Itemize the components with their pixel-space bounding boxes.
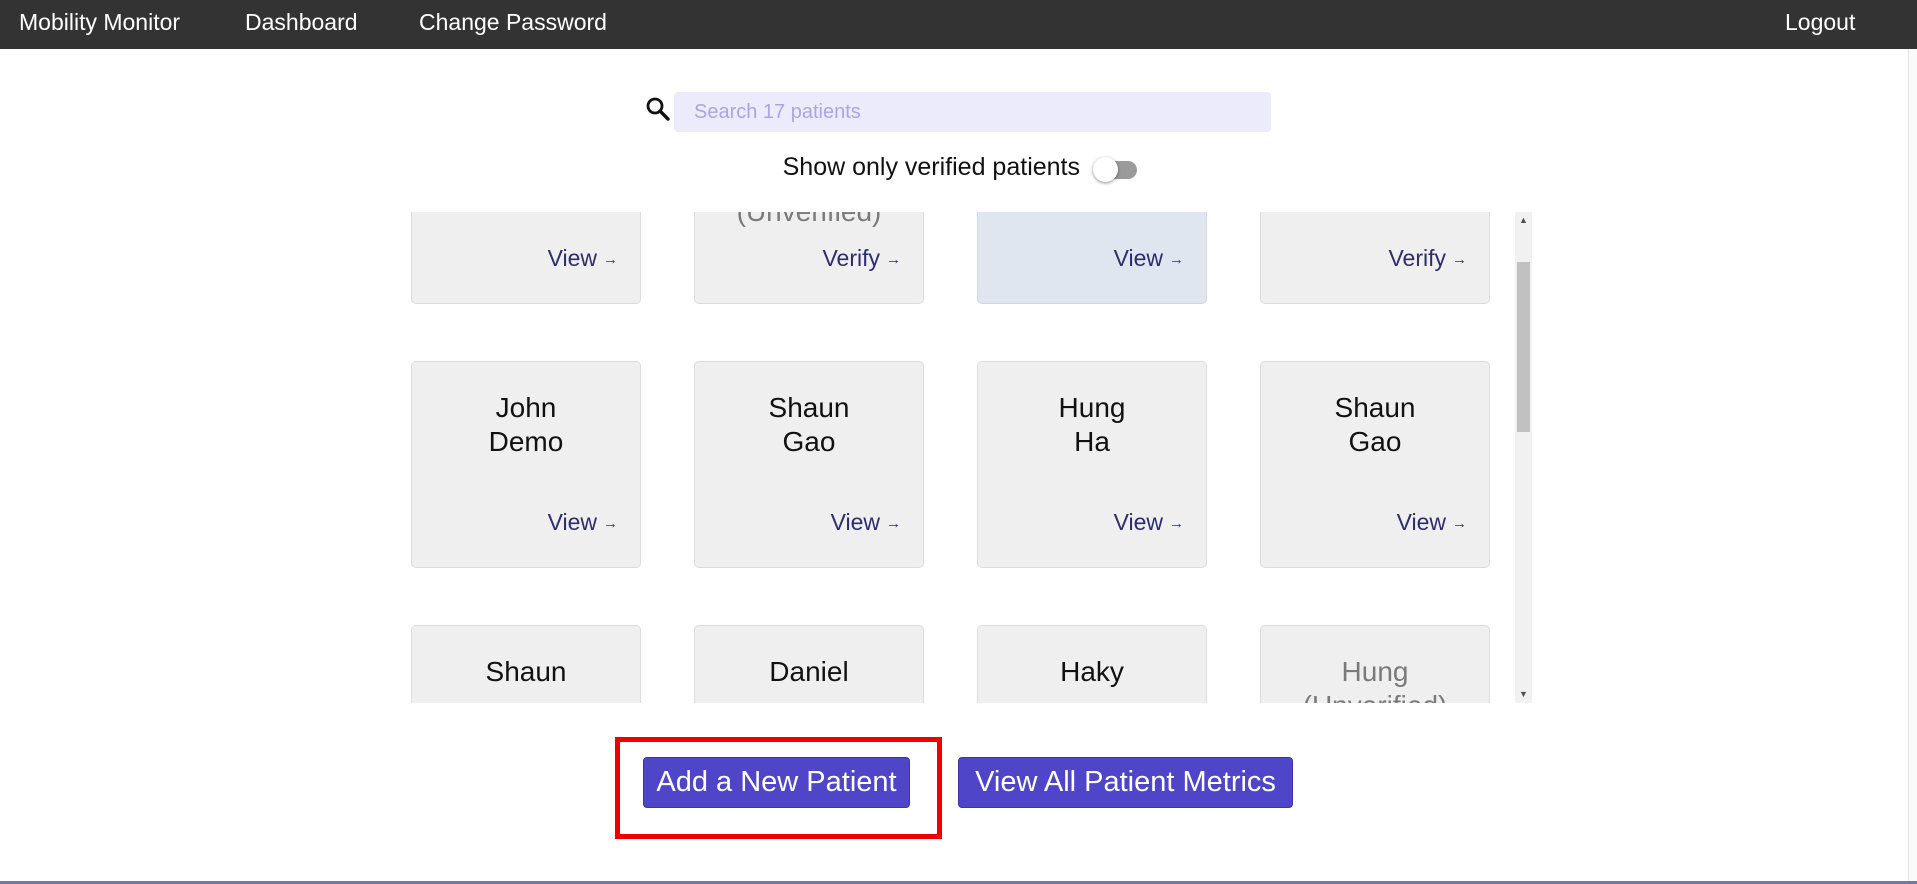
patient-card[interactable]: JohnDemo View → xyxy=(411,361,641,568)
action-label: Verify xyxy=(822,245,880,271)
patient-name-line: John xyxy=(495,392,557,423)
action-label: View xyxy=(547,245,597,271)
action-label: View xyxy=(547,509,597,535)
unverified-label: (Unverified) xyxy=(737,212,882,227)
patient-name: Shaun Gao xyxy=(1261,391,1489,459)
patient-name: Hung Ha xyxy=(978,391,1206,459)
toggle-knob xyxy=(1093,157,1118,182)
brand-link[interactable]: Mobility Monitor xyxy=(19,0,180,49)
scroll-down-arrow-icon[interactable]: ▼ xyxy=(1515,686,1532,703)
nav-change-password-link[interactable]: Change Password xyxy=(419,0,607,49)
view-patient-link[interactable]: View → xyxy=(548,509,618,536)
view-patient-link[interactable]: View → xyxy=(1114,245,1184,272)
top-navbar: Mobility Monitor Dashboard Change Passwo… xyxy=(0,0,1917,49)
view-all-patient-metrics-button[interactable]: View All Patient Metrics xyxy=(958,757,1293,808)
patient-name: Hung (Unverified) xyxy=(1261,655,1489,703)
verify-patient-link[interactable]: Verify → xyxy=(1388,245,1467,272)
action-label: View xyxy=(1113,509,1163,535)
patient-card[interactable]: ShaunView→ xyxy=(411,625,641,703)
patient-name-line: Gao xyxy=(1348,426,1402,457)
action-label: View xyxy=(1113,245,1163,271)
arrow-right-icon: → xyxy=(886,515,901,532)
patient-card[interactable]: Shaun Gao View → xyxy=(1260,361,1490,568)
scroll-thumb[interactable] xyxy=(1517,262,1530,432)
view-patient-link[interactable]: View → xyxy=(548,245,618,272)
patient-name: John Demo xyxy=(412,391,640,459)
patient-name-line: Haky xyxy=(1060,656,1124,687)
patient-name: Shaun xyxy=(412,655,640,689)
patient-card[interactable]: DanielView→ xyxy=(694,625,924,703)
search-icon xyxy=(645,96,671,122)
patient-card[interactable]: HakyView→ xyxy=(977,625,1207,703)
patient-grid-scrollbar[interactable]: ▲ ▼ xyxy=(1515,212,1532,703)
arrow-right-icon: → xyxy=(1169,251,1184,268)
search-input[interactable] xyxy=(674,92,1271,132)
arrow-right-icon: → xyxy=(886,251,901,268)
unverified-label: (Unverified) xyxy=(1303,690,1448,703)
action-label: Verify xyxy=(1388,245,1446,271)
patient-card[interactable]: VietNguyen(Unverified) Verify → xyxy=(694,212,924,304)
add-new-patient-button[interactable]: Add a New Patient xyxy=(643,757,910,808)
patient-name-line: Hung xyxy=(1341,656,1409,687)
arrow-right-icon: → xyxy=(1169,515,1184,532)
arrow-right-icon: → xyxy=(603,515,618,532)
arrow-right-icon: → xyxy=(603,251,618,268)
view-patient-link[interactable]: View → xyxy=(1397,509,1467,536)
view-patient-link[interactable]: View → xyxy=(831,509,901,536)
verified-filter-toggle[interactable] xyxy=(1093,157,1138,182)
patient-name: VietNguyen(Unverified) xyxy=(695,212,923,229)
arrow-right-icon: → xyxy=(1452,515,1467,532)
arrow-right-icon: → xyxy=(1452,251,1467,268)
patient-card[interactable]: Hung Ha View → xyxy=(977,361,1207,568)
action-label: View xyxy=(830,509,880,535)
patient-name-line: Daniel xyxy=(769,656,849,687)
patient-card[interactable]: JohnDemoView→ xyxy=(411,212,641,304)
patient-name-line: Hung xyxy=(1058,392,1126,423)
verified-filter-label: Show only verified patients xyxy=(782,153,1080,181)
nav-dashboard-link[interactable]: Dashboard xyxy=(245,0,358,49)
view-patient-link[interactable]: View → xyxy=(1114,509,1184,536)
verify-patient-link[interactable]: Verify → xyxy=(822,245,901,272)
patient-name-line: Demo xyxy=(488,426,564,457)
patient-name-line: Gao xyxy=(782,426,836,457)
patient-card[interactable]: Shaun Gao View → xyxy=(694,361,924,568)
action-label: View xyxy=(1396,509,1446,535)
page-scrollbar[interactable] xyxy=(1908,49,1917,884)
patient-name-line: Ha xyxy=(1074,426,1110,457)
patient-name-line: Shaun xyxy=(768,392,850,423)
patient-name: Haky xyxy=(978,655,1206,689)
patient-card[interactable]: Hung(Unverified)Verify→ xyxy=(1260,625,1490,703)
patient-name-line: Shaun xyxy=(1334,392,1416,423)
patient-name: Shaun Gao xyxy=(695,391,923,459)
nav-logout-link[interactable]: Logout xyxy=(1785,0,1855,49)
patient-name-line: Shaun xyxy=(485,656,567,687)
patient-name: Daniel xyxy=(695,655,923,689)
patient-card[interactable]: Wood(Unverified)Verify→ xyxy=(1260,212,1490,304)
patient-grid: JohnDemo View → VietNguyen(Unverified) Verif… xyxy=(405,212,1532,703)
patient-card[interactable]: DayumView→ xyxy=(977,212,1207,304)
scroll-up-arrow-icon[interactable]: ▲ xyxy=(1515,212,1532,229)
